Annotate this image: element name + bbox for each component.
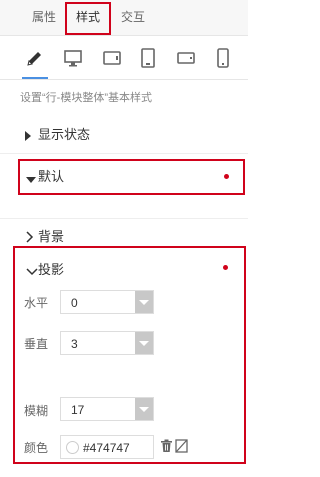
phone-landscape-icon[interactable]: [171, 44, 201, 72]
chevron-down-icon[interactable]: [26, 265, 38, 279]
shadow-modified-dot: [223, 265, 228, 270]
tab-attributes[interactable]: 属性: [32, 8, 56, 26]
tablet-portrait-icon[interactable]: [133, 44, 163, 72]
dropdown-arrow-icon[interactable]: [135, 332, 153, 354]
clear-color-icon[interactable]: [175, 439, 188, 456]
vertical-select[interactable]: 3: [60, 331, 154, 355]
vertical-label: 垂直: [24, 337, 49, 351]
blur-select[interactable]: 17: [60, 397, 154, 421]
panel-tabs: 属性 样式 交互: [0, 0, 248, 36]
tab-style[interactable]: 样式: [76, 8, 100, 26]
section-background-title: 背景: [38, 229, 65, 244]
color-label: 颜色: [24, 441, 49, 455]
color-input[interactable]: #474747: [60, 435, 154, 459]
blur-value: 17: [71, 403, 85, 417]
edit-pencil-icon[interactable]: [20, 44, 50, 79]
section-default-title: 默认: [38, 169, 65, 184]
device-toolbar: [0, 36, 248, 80]
horizontal-select[interactable]: 0: [60, 290, 154, 314]
tablet-landscape-icon[interactable]: [97, 44, 127, 72]
phone-portrait-icon[interactable]: [208, 44, 238, 72]
blur-label: 模糊: [24, 404, 49, 418]
section-default[interactable]: 默认: [0, 158, 248, 196]
caret-right-icon: [24, 130, 32, 144]
caret-down-icon: [26, 173, 36, 187]
chevron-right-icon: [26, 231, 34, 246]
section-display-state[interactable]: 显示状态: [0, 118, 248, 154]
desktop-icon[interactable]: [58, 44, 88, 72]
horizontal-value: 0: [71, 296, 78, 310]
vertical-value: 3: [71, 337, 78, 351]
dropdown-arrow-icon[interactable]: [135, 291, 153, 313]
horizontal-label: 水平: [24, 296, 49, 310]
style-description: 设置“行-模块整体”基本样式: [20, 92, 152, 104]
tab-interaction[interactable]: 交互: [121, 8, 145, 26]
modified-indicator-dot: [224, 174, 229, 179]
section-shadow-title: 投影: [38, 262, 65, 277]
trash-icon[interactable]: [160, 439, 173, 456]
section-display-state-title: 显示状态: [38, 127, 91, 142]
color-value: #474747: [83, 441, 130, 455]
dropdown-arrow-icon[interactable]: [135, 398, 153, 420]
color-swatch[interactable]: [66, 441, 79, 454]
